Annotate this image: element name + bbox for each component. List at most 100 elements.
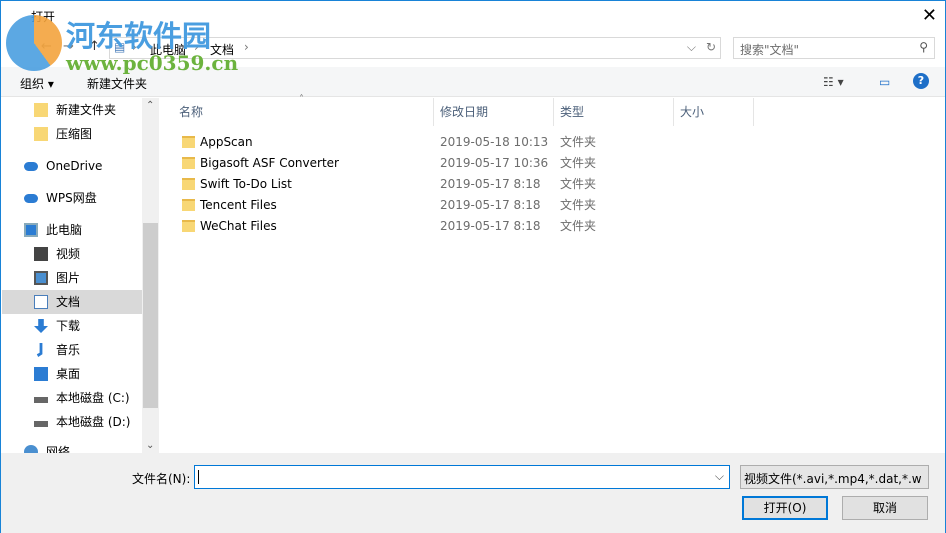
sort-ascending-icon: ˄: [299, 94, 304, 105]
up-button[interactable]: ↑: [89, 39, 100, 54]
title-bar: 打开 ✕: [1, 1, 945, 31]
column-header-date[interactable]: 修改日期: [434, 98, 554, 126]
back-button[interactable]: ←: [41, 39, 52, 54]
table-row[interactable]: Bigasoft ASF Converter 2019-05-17 10:36 文件…: [159, 153, 759, 174]
forward-button[interactable]: →: [63, 39, 74, 54]
search-placeholder: 搜索"文档": [740, 43, 800, 57]
sidebar-item[interactable]: OneDrive: [2, 154, 142, 178]
filename-label: 文件名(N):: [132, 472, 191, 486]
file-name: WeChat Files: [200, 219, 277, 233]
sidebar-item-label: 新建文件夹: [56, 103, 117, 117]
folder-icon: [34, 127, 48, 141]
sidebar-item[interactable]: 新建文件夹: [2, 98, 142, 122]
picture-icon: [34, 271, 48, 285]
document-icon: [34, 295, 48, 309]
sidebar-item-label: 音乐: [56, 343, 81, 357]
table-row[interactable]: AppScan 2019-05-18 10:13 文件夹: [159, 132, 759, 153]
preview-pane-button[interactable]: ▭: [879, 75, 890, 89]
sidebar-item-label: 本地磁盘 (D:): [56, 415, 131, 429]
view-options-button[interactable]: ☷ ▾: [823, 75, 844, 89]
sidebar-item[interactable]: WPS网盘: [2, 186, 142, 210]
dialog-footer: 文件名(N): ⌵ 视频文件(*.avi,*.mp4,*.dat,*.w 打开(…: [1, 453, 945, 533]
file-type-value: 视频文件(*.avi,*.mp4,*.dat,*.w: [744, 472, 922, 486]
chevron-right-icon: ›: [244, 40, 249, 54]
folder-icon: [182, 199, 195, 211]
folder-icon: [34, 103, 48, 117]
file-name: Tencent Files: [200, 198, 277, 212]
chevron-right-icon: ›: [194, 40, 199, 54]
scroll-down-icon[interactable]: ⌄: [146, 440, 154, 451]
sidebar-item[interactable]: 图片: [2, 266, 142, 290]
window-title: 打开: [31, 10, 56, 24]
file-date: 2019-05-17 8:18: [440, 198, 541, 212]
breadcrumb-documents[interactable]: 文档: [210, 41, 234, 58]
folder-icon: [182, 220, 195, 232]
search-input[interactable]: 搜索"文档" ⚲: [733, 37, 935, 59]
chevron-right-icon: ›: [132, 40, 137, 54]
search-icon: ⚲: [919, 40, 928, 54]
breadcrumb-this-pc[interactable]: 此电脑: [150, 41, 186, 58]
table-row[interactable]: Swift To-Do List 2019-05-17 8:18 文件夹: [159, 174, 759, 195]
sidebar-item[interactable]: 网络: [2, 440, 142, 453]
drive-icon: [34, 421, 48, 427]
column-header-name[interactable]: 名称: [159, 98, 434, 126]
sidebar-item[interactable]: 此电脑: [2, 218, 142, 242]
file-type: 文件夹: [560, 198, 597, 212]
sidebar-item[interactable]: 下载: [2, 314, 142, 338]
close-button[interactable]: ✕: [922, 5, 937, 26]
column-header-size[interactable]: 大小: [674, 98, 754, 126]
cloud-icon: [24, 194, 38, 203]
navigation-pane: 新建文件夹压缩图 OneDrive WPS网盘此电脑视频图片文档下载音乐桌面本地磁盘…: [2, 98, 142, 453]
cancel-button[interactable]: 取消: [842, 496, 928, 520]
open-button[interactable]: 打开(O): [742, 496, 828, 520]
sidebar-item[interactable]: 视频: [2, 242, 142, 266]
sidebar-item[interactable]: 本地磁盘 (C:): [2, 386, 142, 410]
folder-icon: [182, 178, 195, 190]
help-button[interactable]: ?: [913, 73, 929, 89]
file-list: 名称 ˄ 修改日期 类型 大小 AppScan 2019-05-18 10:13 文…: [159, 94, 944, 453]
sidebar-item[interactable]: 本地磁盘 (D:): [2, 410, 142, 434]
file-name: Bigasoft ASF Converter: [200, 156, 339, 170]
table-row[interactable]: WeChat Files 2019-05-17 8:18 文件夹: [159, 216, 759, 237]
sidebar-item[interactable]: 文档: [2, 290, 142, 314]
sidebar-item-label: 文档: [56, 295, 81, 309]
sidebar-item-label: 网络: [46, 445, 71, 453]
file-date: 2019-05-17 8:18: [440, 177, 541, 191]
organize-button[interactable]: 组织 ▾: [20, 75, 54, 92]
address-bar: ← → ↑ ▤ › 此电脑 › 文档 › ⌵ ↻ 搜索"文档" ⚲: [1, 33, 945, 63]
file-type: 文件夹: [560, 156, 597, 170]
address-dropdown[interactable]: ⌵: [687, 40, 696, 55]
sidebar-item[interactable]: 桌面: [2, 362, 142, 386]
file-type: 文件夹: [560, 177, 597, 191]
file-date: 2019-05-17 10:36: [440, 156, 549, 170]
toolbar: 组织 ▾ 新建文件夹 ☷ ▾ ▭ ?: [1, 67, 945, 97]
sidebar-item-label: 桌面: [56, 367, 81, 381]
cloud-icon: [24, 162, 38, 171]
path-box[interactable]: ▤ › 此电脑 › 文档 › ⌵ ↻: [109, 37, 721, 59]
sidebar-item-label: 图片: [56, 271, 81, 285]
column-header-type[interactable]: 类型: [554, 98, 674, 126]
download-icon: [34, 319, 48, 333]
open-file-dialog: 打开 ✕ ← → ↑ ▤ › 此电脑 › 文档 › ⌵ ↻ 搜索"文档" ⚲ 组…: [0, 0, 946, 533]
new-folder-button[interactable]: 新建文件夹: [87, 75, 147, 92]
drive-icon: [34, 397, 48, 403]
chevron-down-icon[interactable]: ⌵: [715, 469, 724, 484]
file-date: 2019-05-18 10:13: [440, 135, 549, 149]
scroll-up-icon[interactable]: ⌃: [146, 100, 154, 111]
file-type: 文件夹: [560, 219, 597, 233]
sidebar-item-label: 下载: [56, 319, 81, 333]
scrollbar-thumb[interactable]: [143, 223, 158, 408]
folder-icon: [182, 136, 195, 148]
sidebar-item-label: 此电脑: [46, 223, 83, 237]
network-icon: [24, 445, 38, 453]
sidebar-item[interactable]: 压缩图: [2, 122, 142, 146]
file-name: Swift To-Do List: [200, 177, 292, 191]
folder-icon: [182, 157, 195, 169]
sidebar-item[interactable]: 音乐: [2, 338, 142, 362]
table-row[interactable]: Tencent Files 2019-05-17 8:18 文件夹: [159, 195, 759, 216]
file-type-select[interactable]: 视频文件(*.avi,*.mp4,*.dat,*.w: [740, 465, 929, 489]
filename-input[interactable]: ⌵: [194, 465, 730, 489]
refresh-button[interactable]: ↻: [706, 40, 716, 54]
sidebar-item-label: 视频: [56, 247, 81, 261]
sidebar-scrollbar[interactable]: ⌃ ⌄: [142, 98, 159, 453]
